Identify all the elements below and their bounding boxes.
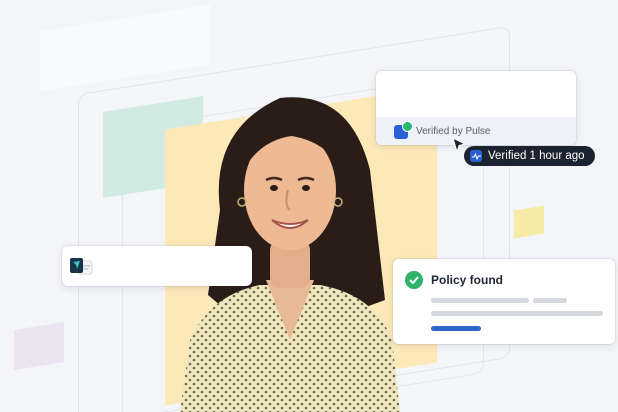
verified-status-text: Verified 1 hour ago [488, 150, 585, 162]
verified-check-icon [402, 121, 413, 132]
app-logo-icon [70, 258, 93, 275]
hero-scene: Verified by Pulse Verified 1 hour ago Po… [0, 0, 618, 412]
decor-purple-square [14, 322, 64, 370]
placeholder-line [431, 298, 529, 303]
accent-line [431, 326, 481, 331]
pulse-badge-icon [394, 121, 413, 139]
cursor-arrow-icon [452, 137, 466, 153]
decor-yellow-square [514, 205, 544, 239]
verification-card: Verified by Pulse [376, 71, 576, 145]
verified-status-pill: Verified 1 hour ago [464, 146, 595, 166]
pulse-icon [470, 150, 482, 162]
verification-footer: Verified by Pulse [376, 117, 576, 145]
policy-title: Policy found [431, 273, 503, 287]
placeholder-line [431, 311, 603, 316]
app-card [62, 246, 252, 286]
verified-by-label: Verified by Pulse [416, 125, 491, 137]
placeholder-line [533, 298, 567, 303]
policy-check-icon [405, 271, 423, 289]
policy-card: Policy found [393, 259, 615, 344]
